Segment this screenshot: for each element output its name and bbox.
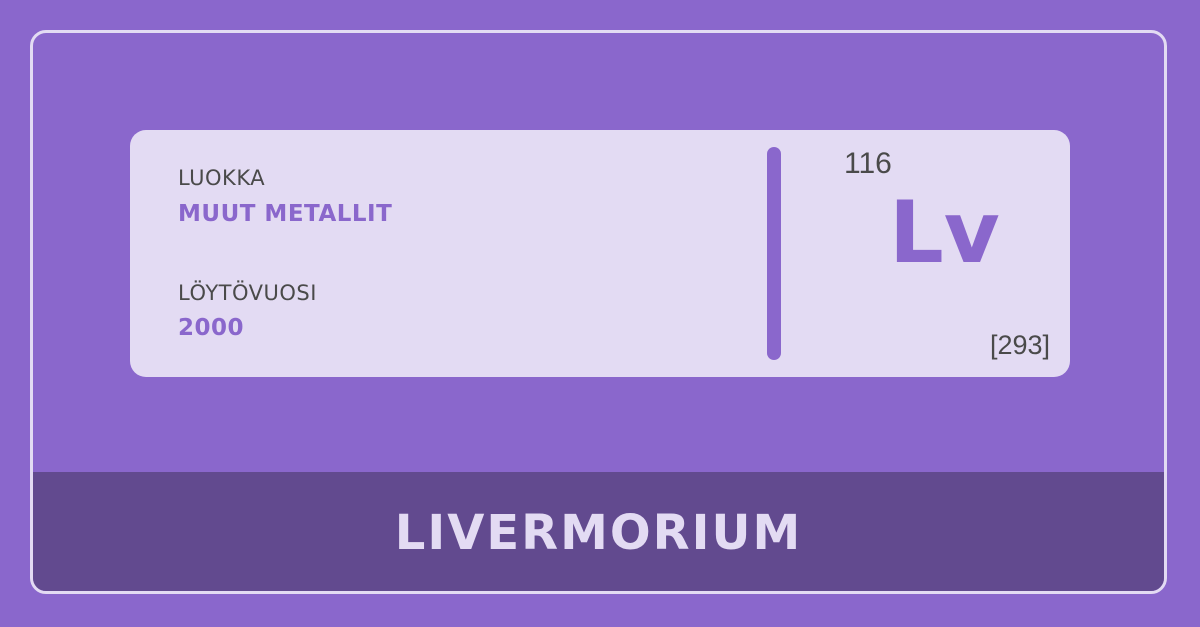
category-label: LUOKKA bbox=[178, 166, 266, 190]
element-name-banner: LIVERMORIUM bbox=[33, 472, 1164, 591]
discovery-year-value: 2000 bbox=[178, 315, 245, 341]
atomic-number: 116 bbox=[844, 147, 892, 180]
atomic-mass: [293] bbox=[989, 330, 1050, 360]
discovery-year-label: LÖYTÖVUOSI bbox=[178, 281, 317, 305]
card-divider bbox=[767, 147, 781, 360]
element-card: LUOKKA MUUT METALLIT LÖYTÖVUOSI 2000 116… bbox=[130, 130, 1070, 377]
category-value: MUUT METALLIT bbox=[178, 201, 393, 227]
element-frame: LUOKKA MUUT METALLIT LÖYTÖVUOSI 2000 116… bbox=[30, 30, 1167, 594]
element-name: LIVERMORIUM bbox=[394, 505, 803, 561]
element-symbol: Lv bbox=[889, 183, 1000, 283]
